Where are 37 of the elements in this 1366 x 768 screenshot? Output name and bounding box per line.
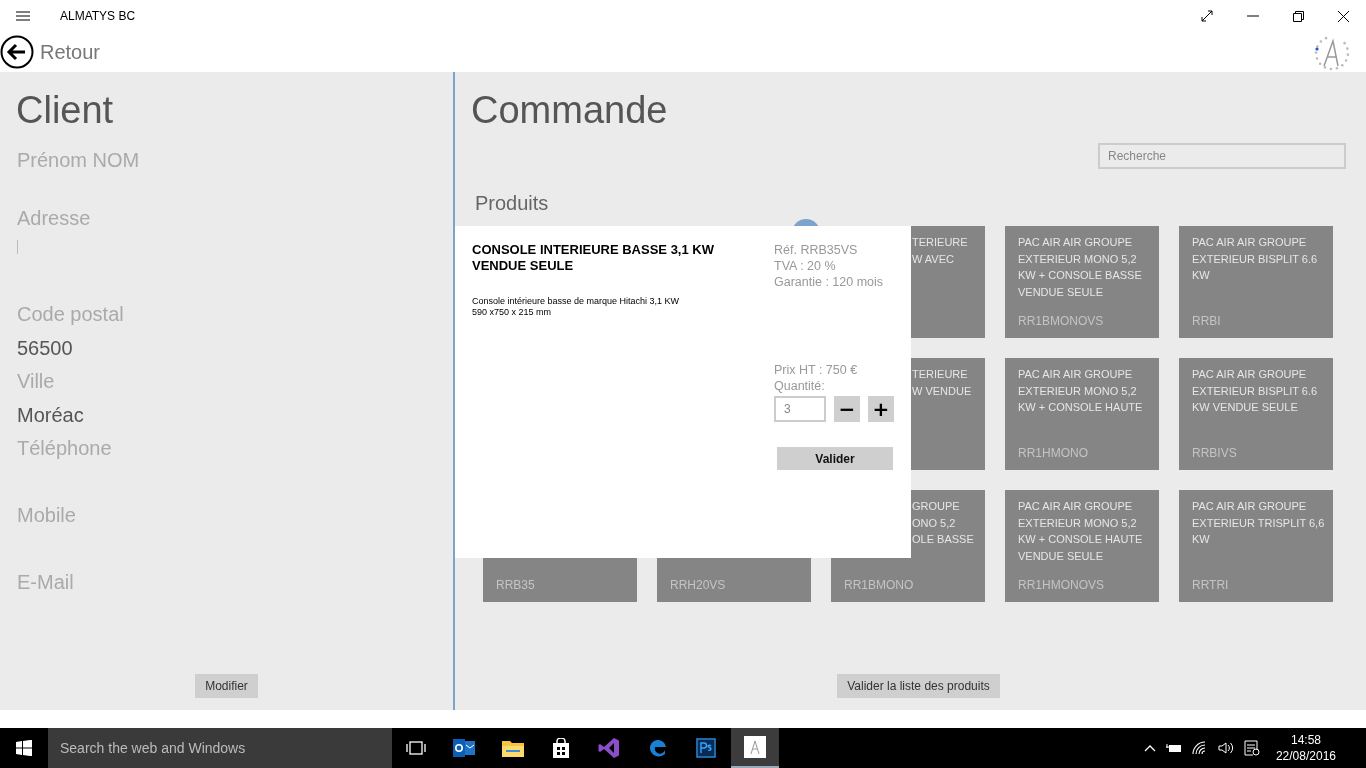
reference-text: Réf. RRB35VS xyxy=(774,242,858,258)
section-title: Produits xyxy=(475,191,550,215)
field-label: Code postal xyxy=(17,302,125,327)
product-name: PAC AIR AIR GROUPE EXTERIEUR BISPLIT 6.6 KW VENDUE SEULE xyxy=(1192,367,1318,415)
product-code: RRTRI xyxy=(1192,578,1229,592)
window-title: ALMATYS BC xyxy=(60,9,136,23)
quantity-label: Quantité: xyxy=(774,378,825,394)
product-code: RRH20VS xyxy=(670,578,726,592)
field-label: Téléphone xyxy=(17,436,113,461)
field-label: Ville xyxy=(17,369,56,394)
product-name: GROUPE ONO 5,2 OLE BASSE xyxy=(912,499,974,547)
product-code: RRBI xyxy=(1192,314,1221,328)
client-heading: Client xyxy=(16,90,115,130)
popup-title: CONSOLE INTERIEURE BASSE 3,1 KW VENDUE SEULE xyxy=(472,242,715,274)
product-code: RR1HMONO xyxy=(1018,446,1088,460)
product-code: RR1BMONOVS xyxy=(1018,314,1104,328)
product-code: RR1HMONOVS xyxy=(1018,578,1104,592)
vat-text: TVA : 20 % xyxy=(774,258,836,274)
field-value: 56500 xyxy=(17,337,73,359)
product-description: Console intérieure basse de marque Hitachi 3,1 KW 590 x750 x 215 mm xyxy=(472,296,681,318)
product-name: PAC AIR AIR GROUPE EXTERIEUR BISPLIT 6.6 KW xyxy=(1192,235,1318,283)
order-heading: Commande xyxy=(471,90,669,130)
warranty-text: Garantie : 120 mois xyxy=(774,274,884,290)
product-name: TERIEURE W AVEC xyxy=(912,235,968,267)
product-code: RRBIVS xyxy=(1192,446,1237,460)
price-text: Prix HT : 750 € xyxy=(774,362,858,378)
product-name: TERIEURE W VENDUE xyxy=(912,367,972,399)
field-value: Moréac xyxy=(17,404,84,426)
field-label: Mobile xyxy=(17,503,77,528)
field-label: Adresse xyxy=(17,206,92,231)
product-code: RR1BMONO xyxy=(844,578,914,592)
product-name: PAC AIR AIR GROUPE EXTERIEUR MONO 5,2 KW + CONSOLE HAUTE VENDUE SEULE xyxy=(1018,499,1143,564)
field-label: E-Mail xyxy=(17,570,75,595)
product-code: RRB35 xyxy=(496,578,535,592)
product-name: PAC AIR AIR GROUPE EXTERIEUR TRISPLIT 6,6 KW xyxy=(1192,499,1325,547)
product-name: PAC AIR AIR GROUPE EXTERIEUR MONO 5,2 KW + CONSOLE BASSE VENDUE SEULE xyxy=(1018,235,1142,300)
product-name: PAC AIR AIR GROUPE EXTERIEUR MONO 5,2 KW + CONSOLE HAUTE xyxy=(1018,367,1143,415)
